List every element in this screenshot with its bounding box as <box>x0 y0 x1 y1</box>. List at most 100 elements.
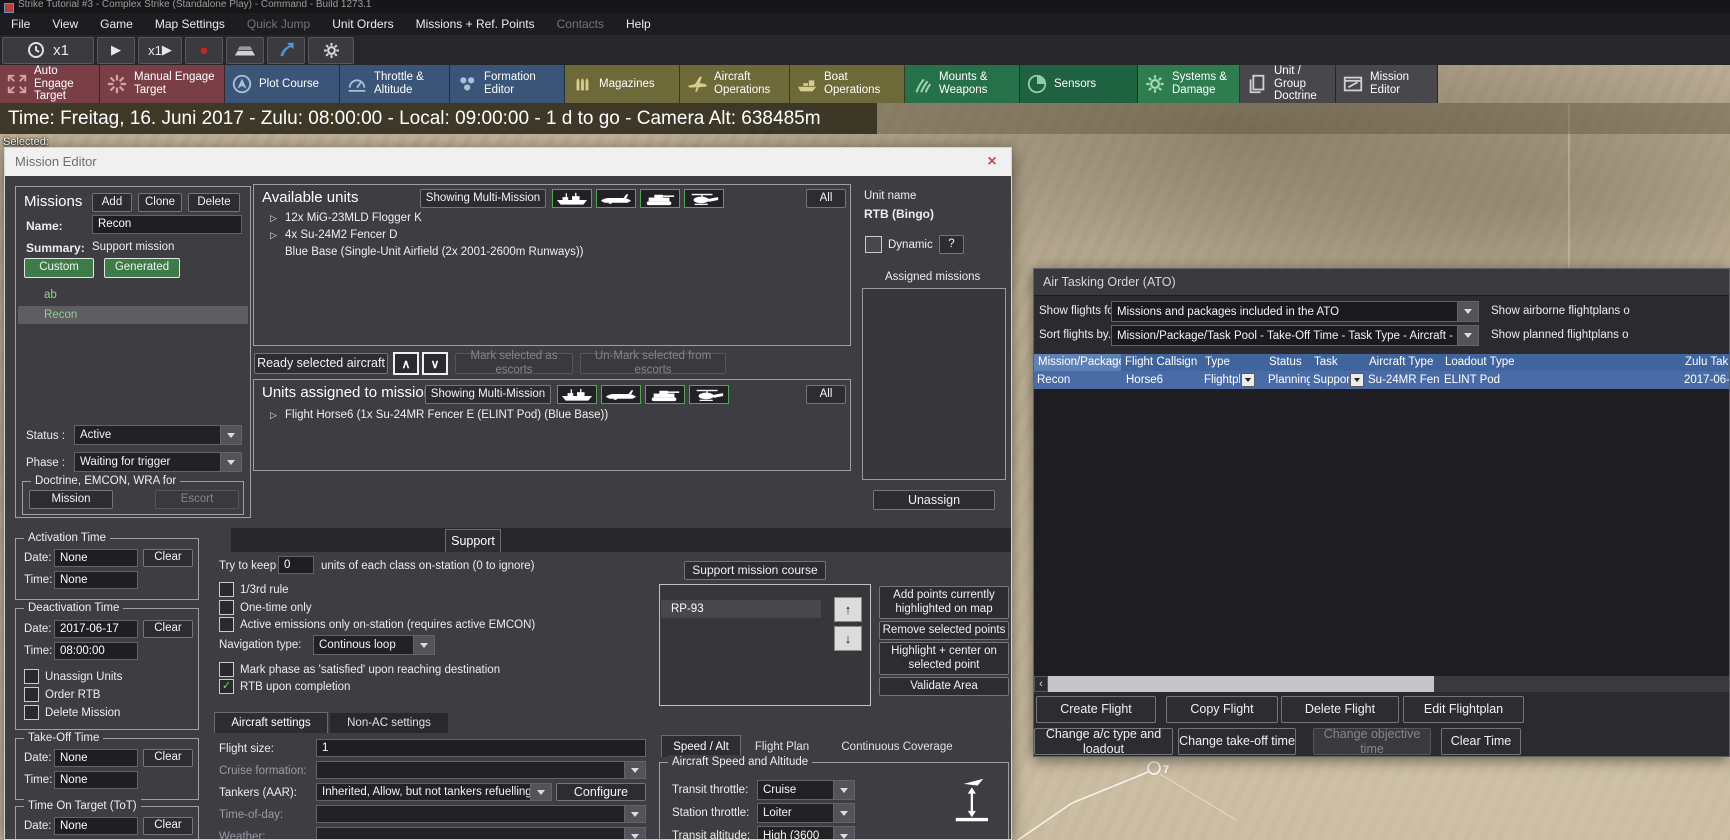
bridge-view-button[interactable] <box>226 36 264 64</box>
expander-icon[interactable]: ▷ <box>270 230 278 241</box>
status-dropdown[interactable]: Active <box>74 425 242 445</box>
takeoff-time-input[interactable]: None <box>54 771 138 789</box>
assigned-missions-list[interactable] <box>862 288 1006 480</box>
ribbon-formation-editor[interactable]: Formation Editor <box>450 65 565 103</box>
ribbon-auto-engage-target[interactable]: Auto Engage Target <box>0 65 100 103</box>
ribbon-throttle-altitude[interactable]: Throttle & Altitude <box>340 65 450 103</box>
one-third-rule-checkbox[interactable]: 1/3rd rule <box>219 582 289 597</box>
filter-ships-button[interactable] <box>557 385 597 404</box>
showing-multi-mission-button[interactable]: Showing Multi-Mission <box>425 385 551 404</box>
tab-flight-plan[interactable]: Flight Plan <box>747 737 817 756</box>
add-mission-button[interactable]: Add <box>92 193 132 212</box>
change-loadout-button[interactable]: Change a/c type and loadout <box>1034 727 1173 756</box>
ribbon-sensors[interactable]: Sensors <box>1020 65 1138 103</box>
tankers-dropdown[interactable]: Inherited, Allow, but not tankers refuel… <box>316 783 552 801</box>
flight-size-input[interactable]: 1 <box>316 739 646 757</box>
ribbon-mission-editor[interactable]: Mission Editor <box>1336 65 1438 103</box>
available-unit-row[interactable]: ▷ 4x Su-24M2 Fencer D <box>270 229 398 241</box>
time-of-day-dropdown[interactable] <box>316 805 646 823</box>
mark-phase-checkbox[interactable]: Mark phase as 'satisfied' upon reaching … <box>219 662 500 677</box>
filter-ground-button[interactable] <box>645 385 685 404</box>
activation-clear-button[interactable]: Clear <box>143 549 193 567</box>
delete-mission-checkbox[interactable]: Delete Mission <box>24 705 120 720</box>
doctrine-mission-button[interactable]: Mission <box>29 490 113 509</box>
show-planned-label[interactable]: Show planned flightplans o <box>1491 329 1729 341</box>
col-flight-callsign[interactable]: Flight Callsign <box>1121 354 1201 371</box>
show-airborne-label[interactable]: Show airborne flightplans o <box>1491 305 1729 317</box>
course-point-up-button[interactable]: ↑ <box>834 597 862 622</box>
map-contact-symbol[interactable] <box>1147 761 1161 775</box>
move-up-button[interactable]: ∧ <box>393 352 419 375</box>
available-unit-row[interactable]: Blue Base (Single-Unit Airfield (2x 2001… <box>270 246 584 258</box>
settings-button[interactable] <box>308 36 354 64</box>
tab-aircraft-settings[interactable]: Aircraft settings <box>214 712 328 733</box>
add-points-button[interactable]: Add points currently highlighted on map <box>879 586 1009 619</box>
deactivation-date-input[interactable]: 2017-06-17 <box>54 620 138 638</box>
station-throttle-dropdown[interactable]: Loiter <box>757 803 855 823</box>
try-keep-input[interactable]: 0 <box>278 556 314 574</box>
sort-flights-dropdown[interactable]: Mission/Package/Task Pool - Take-Off Tim… <box>1111 325 1479 346</box>
one-time-only-checkbox[interactable]: One-time only <box>219 600 312 615</box>
ribbon-magazines[interactable]: Magazines <box>565 65 680 103</box>
tab-non-ac-settings[interactable]: Non-AC settings <box>330 713 448 733</box>
menu-missions-ref-points[interactable]: Missions + Ref. Points <box>405 17 546 31</box>
assigned-unit-row[interactable]: ▷ Flight Horse6 (1x Su-24MR Fencer E (EL… <box>270 409 608 421</box>
ribbon-mounts-weapons[interactable]: Mounts & Weapons <box>905 65 1020 103</box>
col-mission-package[interactable]: Mission/Package <box>1034 354 1121 371</box>
tot-date-input[interactable]: None <box>54 817 138 835</box>
delete-mission-button[interactable]: Delete <box>188 193 240 212</box>
ribbon-boat-operations[interactable]: Boat Operations <box>790 65 905 103</box>
dynamic-checkbox[interactable]: Dynamic <box>865 236 933 253</box>
mission-list-item[interactable]: ab <box>18 287 248 304</box>
dynamic-help-button[interactable]: ? <box>939 235 964 254</box>
order-rtb-checkbox[interactable]: Order RTB <box>24 687 100 702</box>
activation-time-input[interactable]: None <box>54 571 138 589</box>
mission-name-input[interactable]: Recon <box>92 215 242 234</box>
ato-titlebar[interactable]: Air Tasking Order (ATO) <box>1034 269 1729 296</box>
col-status[interactable]: Status <box>1265 354 1310 371</box>
tab-support[interactable]: Support <box>445 529 501 552</box>
create-flight-button[interactable]: Create Flight <box>1036 696 1156 723</box>
filter-ships-button[interactable] <box>552 189 592 208</box>
ribbon-plot-course[interactable]: Plot Course <box>225 65 340 103</box>
activation-date-input[interactable]: None <box>54 549 138 567</box>
filter-ground-button[interactable] <box>640 189 680 208</box>
ribbon-unit-group-doctrine[interactable]: Unit / Group Doctrine <box>1240 65 1336 103</box>
close-icon[interactable]: × <box>981 151 1003 173</box>
tab-speed-alt[interactable]: Speed / Alt <box>661 735 741 757</box>
change-takeoff-time-button[interactable]: Change take-off time <box>1178 728 1296 755</box>
active-emissions-checkbox[interactable]: Active emissions only on-station (requir… <box>219 617 535 632</box>
scroll-left-icon[interactable]: ‹ <box>1034 676 1048 692</box>
filter-helicopter-button[interactable] <box>684 189 724 208</box>
mission-list-item-selected[interactable]: Recon <box>18 306 248 324</box>
time-compression-button[interactable]: x1 <box>2 36 94 64</box>
validate-area-button[interactable]: Validate Area <box>879 677 1009 696</box>
expander-icon[interactable]: ▷ <box>270 213 278 224</box>
navigation-type-dropdown[interactable]: Continous loop <box>313 635 435 655</box>
filter-helicopter-button[interactable] <box>689 385 729 404</box>
ribbon-manual-engage-target[interactable]: Manual Engage Target <box>100 65 225 103</box>
rtb-completion-checkbox[interactable]: RTB upon completion <box>219 679 350 694</box>
menu-help[interactable]: Help <box>615 17 662 31</box>
menu-unit-orders[interactable]: Unit Orders <box>321 17 404 31</box>
move-down-button[interactable]: ∨ <box>422 352 448 375</box>
course-point-down-button[interactable]: ↓ <box>834 626 862 651</box>
col-zulu-takeoff[interactable]: Zulu Tak <box>1681 354 1729 371</box>
col-type[interactable]: Type <box>1201 354 1265 371</box>
record-button[interactable]: ● <box>185 36 223 64</box>
clone-mission-button[interactable]: Clone <box>138 193 182 212</box>
support-mission-course-button[interactable]: Support mission course <box>684 561 826 580</box>
copy-flight-button[interactable]: Copy Flight <box>1166 696 1278 723</box>
ready-selected-aircraft-button[interactable]: Ready selected aircraft <box>254 353 388 374</box>
phase-dropdown[interactable]: Waiting for trigger <box>74 452 242 472</box>
tab-continuous-coverage[interactable]: Continuous Coverage <box>833 737 961 756</box>
showing-multi-mission-button[interactable]: Showing Multi-Mission <box>420 189 546 208</box>
pointer-jump-button[interactable] <box>267 36 305 64</box>
takeoff-clear-button[interactable]: Clear <box>143 749 193 767</box>
transit-altitude-dropdown[interactable]: High (3600 <box>757 826 855 839</box>
filter-all-button[interactable]: All <box>806 189 846 208</box>
col-task[interactable]: Task <box>1310 354 1365 371</box>
show-flights-dropdown[interactable]: Missions and packages included in the AT… <box>1111 301 1479 322</box>
generated-button[interactable]: Generated <box>104 258 180 278</box>
tot-clear-button[interactable]: Clear <box>143 817 193 835</box>
